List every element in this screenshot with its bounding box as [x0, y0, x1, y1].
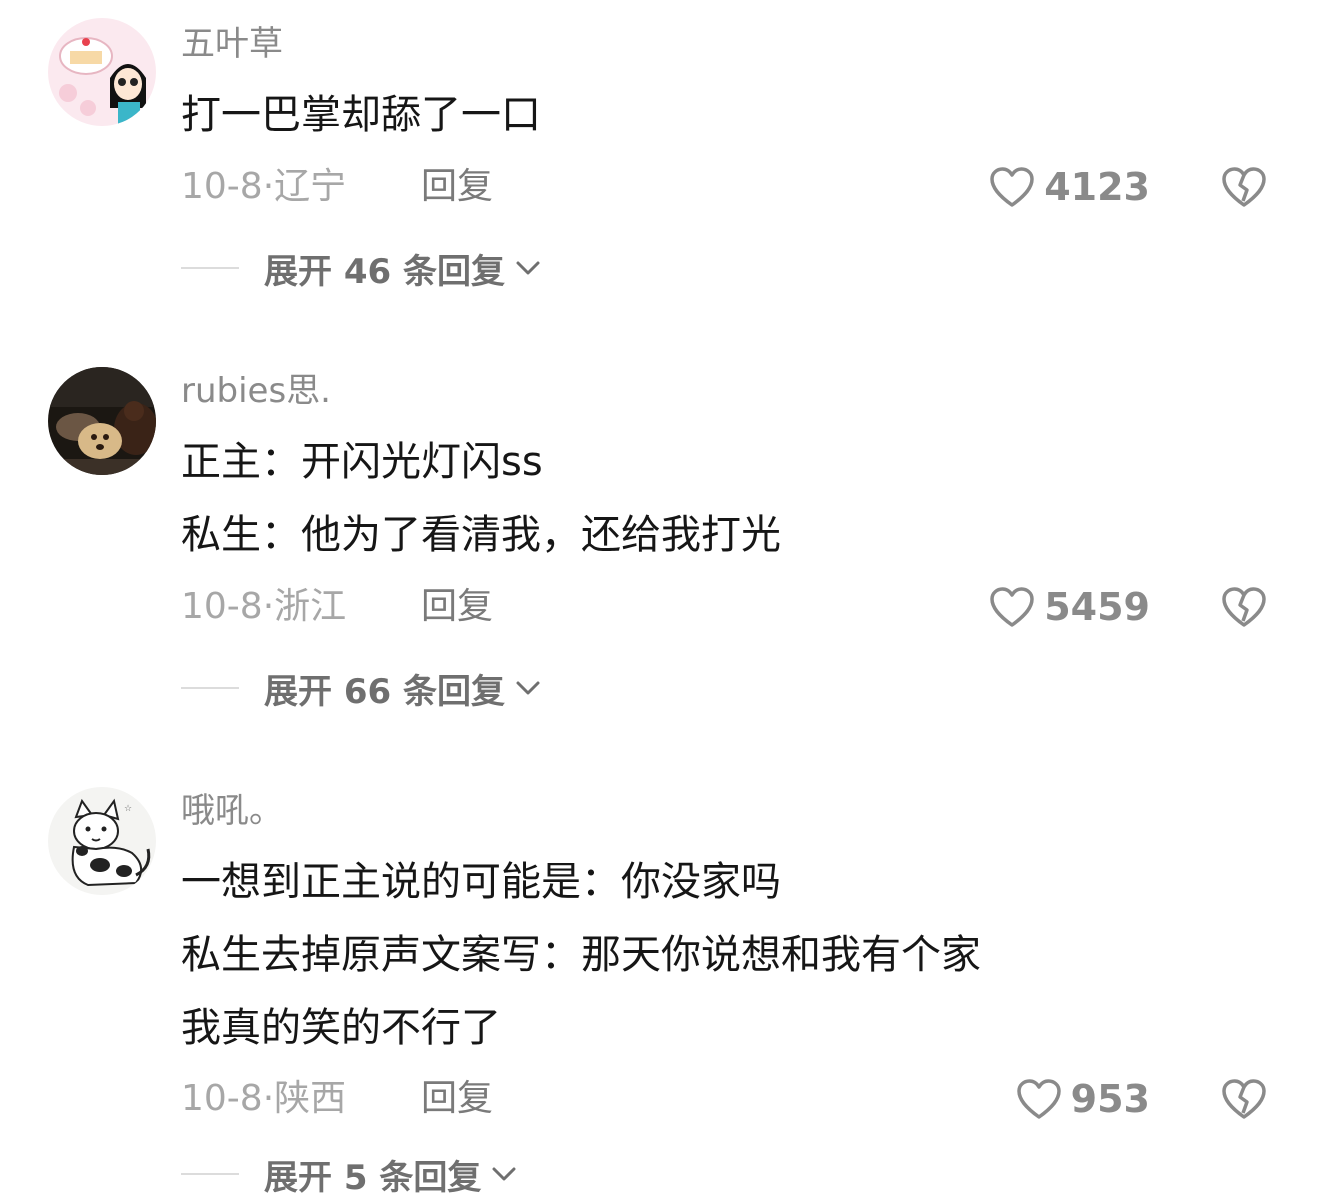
divider: [181, 267, 239, 269]
avatar[interactable]: ☆: [48, 787, 156, 895]
comment-text: 打一巴掌却舔了一口: [181, 92, 541, 138]
svg-text:☆: ☆: [124, 804, 132, 814]
meta-separator: ·: [262, 586, 275, 627]
like-button[interactable]: 4123: [988, 163, 1150, 211]
comment-text: 私生：他为了看清我，还给我打光: [181, 512, 781, 558]
heart-outline-icon: [1016, 1079, 1061, 1119]
avatar[interactable]: [48, 18, 156, 126]
comment-text: 我真的笑的不行了: [181, 1005, 501, 1051]
like-count: 5459: [1044, 585, 1150, 629]
comment-meta: 10-8·辽宁: [181, 163, 346, 211]
like-count: 4123: [1044, 165, 1150, 209]
comment-date: 10-8: [181, 586, 263, 627]
chevron-down-icon: [492, 1167, 516, 1181]
meta-separator: ·: [262, 1078, 275, 1119]
comment-text: 正主：开闪光灯闪ss: [181, 439, 543, 485]
expand-replies-button[interactable]: 展开 5 条回复: [181, 1150, 517, 1198]
expand-replies-label: 展开 46 条回复: [264, 251, 505, 292]
divider: [181, 1173, 239, 1175]
dislike-button[interactable]: [1220, 583, 1268, 631]
heart-outline-icon: [990, 587, 1034, 627]
expand-replies-label: 展开 66 条回复: [264, 671, 505, 712]
heart-outline-icon: [990, 167, 1034, 207]
reply-button[interactable]: 回复: [421, 163, 493, 211]
comment-text: 私生去掉原声文案写：那天你说想和我有个家: [181, 932, 981, 978]
like-count: 953: [1070, 1077, 1150, 1121]
comment-date: 10-8: [181, 1078, 263, 1119]
username[interactable]: rubies思.: [181, 369, 331, 413]
expand-replies-label: 展开 5 条回复: [264, 1157, 482, 1198]
meta-separator: ·: [262, 166, 275, 207]
reply-button[interactable]: 回复: [421, 1075, 493, 1123]
avatar[interactable]: [48, 367, 156, 475]
expand-replies-button[interactable]: 展开 66 条回复: [181, 664, 541, 712]
comment-date: 10-8: [181, 166, 263, 207]
chevron-down-icon: [516, 681, 540, 695]
divider: [181, 687, 239, 689]
like-button[interactable]: 953: [1015, 1075, 1150, 1123]
broken-heart-icon: [1222, 167, 1266, 207]
expand-replies-button[interactable]: 展开 46 条回复: [181, 244, 541, 292]
comment-location: 辽宁: [274, 166, 347, 207]
username[interactable]: 五叶草: [181, 22, 283, 66]
comment-text: 一想到正主说的可能是：你没家吗: [181, 859, 781, 905]
comment-location: 浙江: [274, 586, 347, 627]
username[interactable]: 哦吼。: [181, 789, 283, 833]
like-button[interactable]: 5459: [988, 583, 1150, 631]
broken-heart-icon: [1222, 587, 1266, 627]
reply-button[interactable]: 回复: [421, 583, 493, 631]
chevron-down-icon: [516, 261, 540, 275]
dislike-button[interactable]: [1220, 1075, 1268, 1123]
comment-meta: 10-8·浙江: [181, 583, 346, 631]
dislike-button[interactable]: [1220, 163, 1268, 211]
broken-heart-icon: [1222, 1079, 1266, 1119]
comment-location: 陕西: [274, 1078, 347, 1119]
comment-meta: 10-8·陕西: [181, 1075, 346, 1123]
